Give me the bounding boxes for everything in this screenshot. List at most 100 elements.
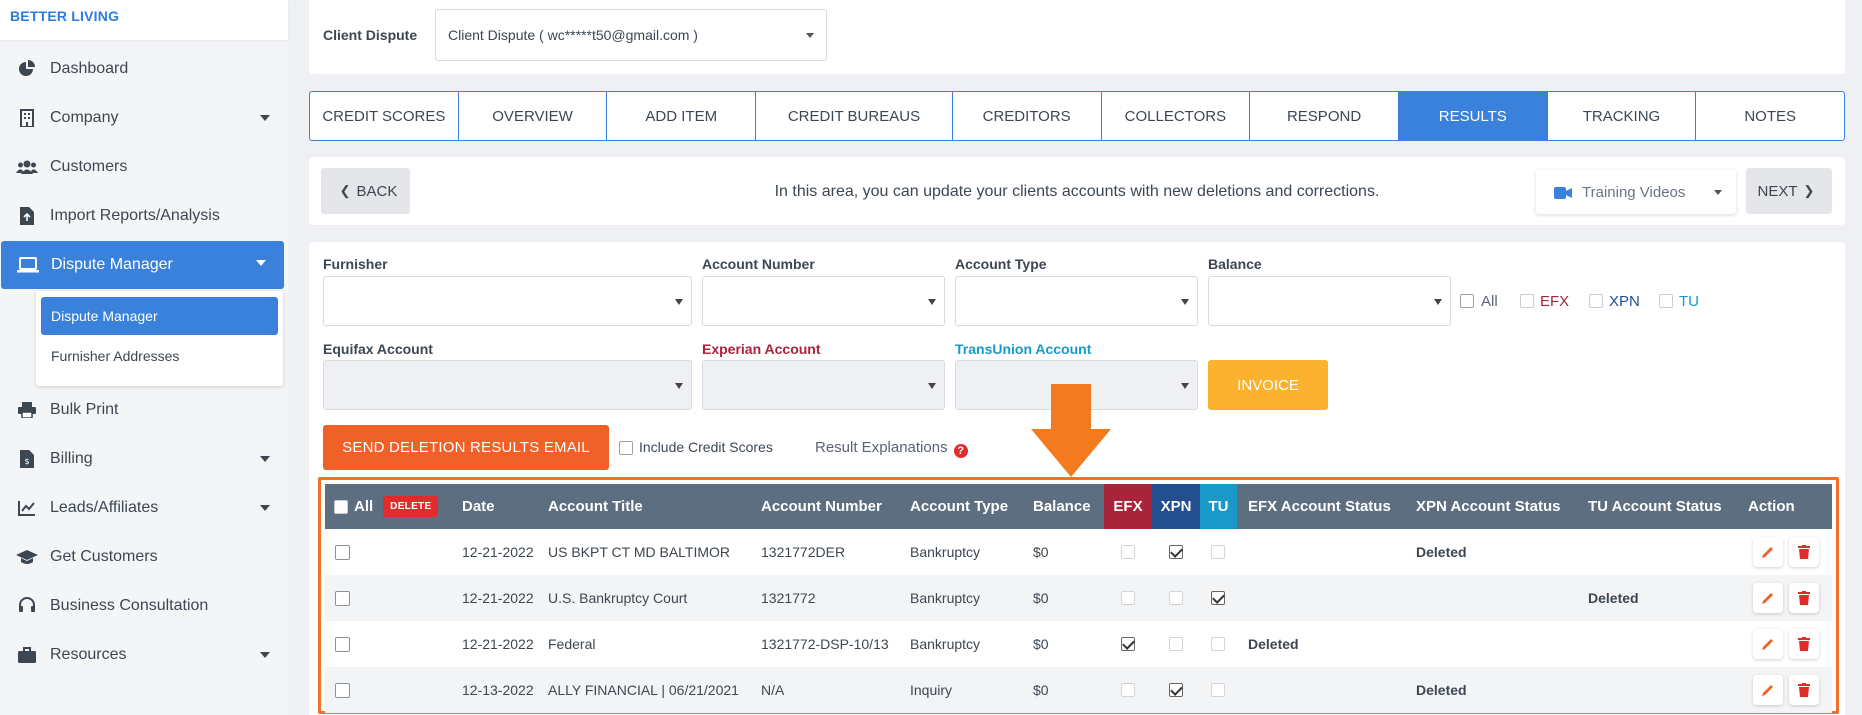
result-explanations-link[interactable]: Result Explanations?: [815, 439, 968, 458]
submenu-item-furnisher-addresses[interactable]: Furnisher Addresses: [41, 337, 278, 375]
row-checkbox[interactable]: [335, 590, 350, 606]
tab-credit-scores[interactable]: CREDIT SCORES: [310, 92, 459, 140]
sidebar-item-label: Resources: [50, 646, 127, 663]
furnisher-select[interactable]: [323, 276, 692, 326]
chevron-down-icon: [260, 505, 270, 511]
tab-overview[interactable]: OVERVIEW: [459, 92, 608, 140]
question-circle-icon[interactable]: ?: [953, 444, 968, 458]
filter-tu-checkbox[interactable]: [1659, 294, 1673, 308]
furnisher-label: Furnisher: [323, 256, 388, 272]
cell-tu-status: Deleted: [1588, 590, 1639, 606]
cell-balance: $0: [1033, 682, 1049, 698]
chevron-down-icon: [806, 33, 814, 38]
account-number-select[interactable]: [702, 276, 945, 326]
sidebar-item-dispute-manager[interactable]: Dispute Manager: [1, 241, 284, 289]
sidebar-item-label: Get Customers: [50, 548, 158, 565]
sidebar-item-label: Company: [50, 109, 119, 126]
select-all-checkbox[interactable]: [334, 499, 348, 514]
efx-checkbox[interactable]: [1121, 591, 1135, 605]
edit-button[interactable]: [1753, 583, 1783, 613]
xpn-checkbox[interactable]: [1169, 637, 1183, 651]
sidebar-item-leads-affiliates[interactable]: Leads/Affiliates: [0, 486, 288, 530]
account-type-label: Account Type: [955, 256, 1047, 272]
users-icon: [16, 156, 38, 178]
pencil-icon: [1762, 547, 1773, 558]
tu-checkbox[interactable]: [1211, 591, 1225, 605]
delete-button[interactable]: DELETE: [383, 496, 439, 517]
sidebar-item-label: Import Reports/Analysis: [50, 207, 220, 224]
chevron-down-icon: [675, 299, 683, 305]
briefcase-icon: [16, 644, 38, 666]
tab-creditors[interactable]: CREDITORS: [953, 92, 1102, 140]
experian-account-select[interactable]: [702, 360, 945, 410]
tu-checkbox[interactable]: [1211, 637, 1225, 651]
sidebar-item-dashboard[interactable]: Dashboard: [0, 47, 288, 91]
edit-button[interactable]: [1753, 537, 1783, 567]
pencil-icon: [1762, 685, 1773, 696]
tab-results[interactable]: RESULTS: [1398, 92, 1548, 140]
sidebar-item-billing[interactable]: $ Billing: [0, 437, 288, 481]
training-videos-dropdown[interactable]: Training Videos: [1536, 170, 1736, 214]
dispute-submenu: Dispute Manager Furnisher Addresses: [36, 291, 283, 386]
tab-tracking[interactable]: TRACKING: [1548, 92, 1697, 140]
header-select-all[interactable]: All DELETE: [334, 484, 439, 529]
line-chart-icon: [16, 497, 38, 519]
equifax-account-label: Equifax Account: [323, 341, 433, 357]
sidebar-item-resources[interactable]: Resources: [0, 633, 288, 677]
account-type-select[interactable]: [955, 276, 1198, 326]
sidebar-item-import-reports[interactable]: Import Reports/Analysis: [0, 194, 288, 238]
tu-checkbox[interactable]: [1211, 683, 1225, 697]
edit-button[interactable]: [1753, 675, 1783, 705]
back-button[interactable]: ❮ BACK: [321, 168, 410, 214]
tab-notes[interactable]: NOTES: [1696, 92, 1844, 140]
cell-account-number: N/A: [761, 682, 785, 698]
delete-row-button[interactable]: [1789, 537, 1819, 567]
sidebar-item-bulk-print[interactable]: Bulk Print: [0, 388, 288, 432]
tab-credit-bureaus[interactable]: CREDIT BUREAUS: [756, 92, 953, 140]
edit-button[interactable]: [1753, 629, 1783, 659]
tab-respond[interactable]: RESPOND: [1250, 92, 1399, 140]
efx-checkbox[interactable]: [1121, 545, 1135, 559]
header-all-label: All: [354, 498, 374, 515]
xpn-checkbox[interactable]: [1169, 683, 1183, 697]
row-checkbox[interactable]: [335, 544, 350, 560]
tu-checkbox[interactable]: [1211, 545, 1225, 559]
submenu-item-dispute-manager[interactable]: Dispute Manager: [41, 297, 278, 335]
sidebar-item-label: Bulk Print: [50, 401, 119, 418]
row-checkbox[interactable]: [335, 636, 350, 652]
client-dispute-value: Client Dispute ( wc*****t50@gmail.com ): [448, 27, 698, 43]
client-dispute-select[interactable]: Client Dispute ( wc*****t50@gmail.com ): [435, 9, 827, 61]
efx-checkbox[interactable]: [1121, 683, 1135, 697]
header-efx: EFX: [1104, 484, 1152, 529]
file-import-icon: [16, 205, 38, 227]
filter-tu-label: TU: [1679, 293, 1699, 310]
filter-all-checkbox[interactable]: [1460, 294, 1474, 308]
send-deletion-results-email-button[interactable]: SEND DELETION RESULTS EMAIL: [323, 425, 609, 470]
sidebar-item-customers[interactable]: Customers: [0, 145, 288, 189]
sidebar-item-business-consultation[interactable]: Business Consultation: [0, 584, 288, 628]
cell-xpn-status: Deleted: [1416, 682, 1467, 698]
delete-row-button[interactable]: [1789, 675, 1819, 705]
invoice-button[interactable]: INVOICE: [1208, 360, 1328, 410]
next-button[interactable]: NEXT ❯: [1746, 168, 1832, 214]
xpn-checkbox[interactable]: [1169, 591, 1183, 605]
sidebar-item-company[interactable]: Company: [0, 96, 288, 140]
delete-row-button[interactable]: [1789, 629, 1819, 659]
tab-collectors[interactable]: COLLECTORS: [1102, 92, 1251, 140]
filter-efx-checkbox[interactable]: [1520, 294, 1534, 308]
include-credit-scores-checkbox[interactable]: [619, 441, 633, 455]
equifax-account-select[interactable]: [323, 360, 692, 410]
tab-add-item[interactable]: ADD ITEM: [607, 92, 757, 140]
efx-checkbox[interactable]: [1121, 637, 1135, 651]
sidebar-item-get-customers[interactable]: Get Customers: [0, 535, 288, 579]
delete-row-button[interactable]: [1789, 583, 1819, 613]
xpn-checkbox[interactable]: [1169, 545, 1183, 559]
filter-xpn-checkbox[interactable]: [1589, 294, 1603, 308]
header-account-number: Account Number: [761, 498, 882, 515]
cell-account-number: 1321772DER: [761, 544, 846, 560]
balance-select[interactable]: [1208, 276, 1451, 326]
header-account-type: Account Type: [910, 498, 1009, 515]
row-checkbox[interactable]: [335, 682, 350, 698]
cell-efx-status: Deleted: [1248, 636, 1299, 652]
filter-xpn-label: XPN: [1609, 293, 1640, 310]
